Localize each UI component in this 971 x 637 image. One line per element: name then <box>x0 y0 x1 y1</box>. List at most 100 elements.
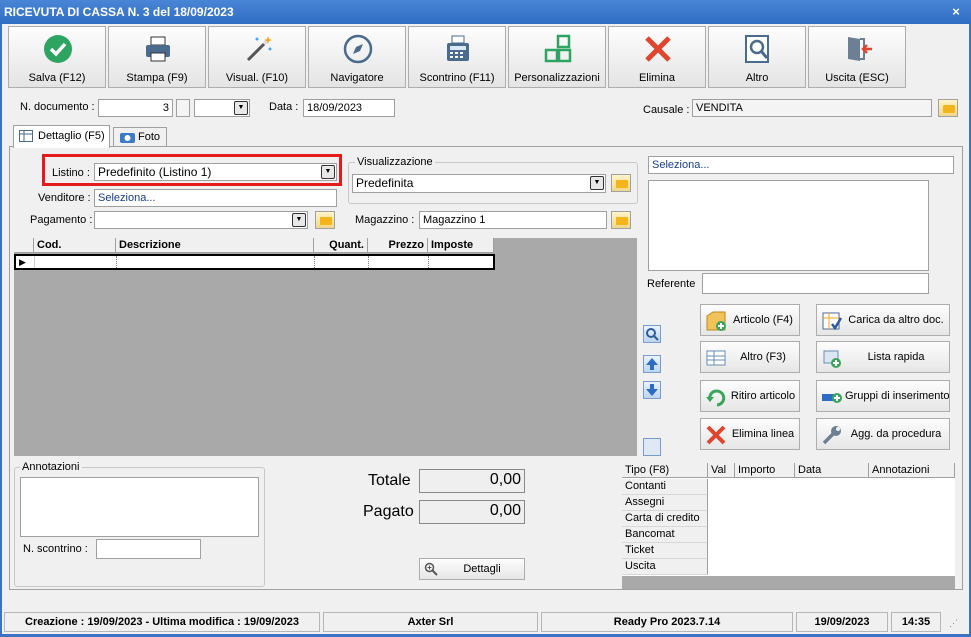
wrench-icon <box>822 426 841 445</box>
visualizzazione-combo[interactable]: Predefinita ▼ <box>352 174 606 193</box>
payment-row-carta[interactable]: Carta di credito <box>622 511 708 527</box>
payments-header-tipo[interactable]: Tipo (F8) <box>622 463 708 478</box>
payments-header-annotazioni[interactable]: Annotazioni <box>869 463 955 478</box>
scontrino-field[interactable] <box>96 539 201 559</box>
causale-folder-button[interactable] <box>938 99 958 117</box>
grid-header-cod[interactable]: Cod. <box>34 238 116 253</box>
other-button[interactable]: Altro <box>708 26 806 88</box>
causale-label: Causale : <box>643 104 690 116</box>
exit-button[interactable]: Uscita (ESC) <box>808 26 906 88</box>
tab-foto[interactable]: Foto <box>113 127 167 147</box>
annotazioni-label: Annotazioni <box>20 461 82 473</box>
return-article-button[interactable]: Ritiro articolo <box>700 380 800 412</box>
article-add-icon <box>706 311 726 331</box>
delete-line-button[interactable]: Elimina linea <box>700 418 800 450</box>
payment-row-bancomat[interactable]: Bancomat <box>622 527 708 543</box>
payments-header-val[interactable]: Val <box>708 463 735 478</box>
status-company: Axter Srl <box>323 612 538 632</box>
close-button[interactable]: × <box>948 5 964 20</box>
payment-row-contanti[interactable]: Contanti <box>622 479 708 495</box>
listino-value: Predefinito (Listino 1) <box>98 165 212 179</box>
other-button-label: Altro <box>745 72 769 84</box>
document-number-label: N. documento : <box>20 101 95 113</box>
search-icon[interactable] <box>643 325 661 343</box>
status-version: Ready Pro 2023.7.14 <box>541 612 793 632</box>
update-from-procedure-button[interactable]: Agg. da procedura <box>816 418 950 450</box>
table-row[interactable]: ▶ <box>14 254 495 270</box>
load-doc-icon <box>822 312 843 331</box>
status-date: 19/09/2023 <box>796 612 888 632</box>
grid-header-descrizione[interactable]: Descrizione <box>116 238 314 253</box>
venditore-field[interactable]: Seleziona... <box>94 189 337 207</box>
listino-combo[interactable]: Predefinito (Listino 1) ▼ <box>94 163 337 181</box>
save-button-label: Salva (F12) <box>28 72 86 84</box>
quick-list-icon <box>823 350 841 368</box>
zoom-icon <box>424 562 438 576</box>
resize-grip-icon[interactable]: ⋰ <box>949 618 963 632</box>
pagamento-combo[interactable]: ▼ <box>94 211 308 229</box>
status-dates: Creazione : 19/09/2023 - Ultima modifica… <box>4 612 320 632</box>
delete-line-icon <box>706 425 726 445</box>
visualizzazione-value: Predefinita <box>356 176 414 190</box>
document-suffix-button[interactable] <box>176 99 190 117</box>
tab-foto-label: Foto <box>138 131 161 143</box>
details-button[interactable]: Dettagli <box>419 558 525 580</box>
quick-list-button[interactable]: Lista rapida <box>816 341 950 373</box>
date-label: Data : <box>269 101 299 113</box>
other-f3-button-label: Altro (F3) <box>740 351 786 363</box>
save-button[interactable]: Salva (F12) <box>8 26 106 88</box>
magnify-icon <box>745 35 769 63</box>
visualizzazione-label: Visualizzazione <box>355 156 435 168</box>
article-button[interactable]: Articolo (F4) <box>700 304 800 336</box>
delete-button[interactable]: Elimina <box>608 26 706 88</box>
load-from-doc-button-label: Carica da altro doc. <box>848 314 944 326</box>
payment-row-uscita[interactable]: Uscita <box>622 559 708 575</box>
receipt-button[interactable]: Scontrino (F11) <box>408 26 506 88</box>
customize-button[interactable]: Personalizzazioni <box>508 26 606 88</box>
payments-header-data[interactable]: Data <box>795 463 869 478</box>
grid-header-imposte[interactable]: Imposte <box>428 238 494 253</box>
payment-row-ticket[interactable]: Ticket <box>622 543 708 559</box>
right-select-field[interactable]: Seleziona... <box>648 156 954 174</box>
causale-field[interactable]: VENDITA <box>692 99 932 117</box>
arrow-up-icon[interactable] <box>643 355 661 373</box>
payment-row-assegni[interactable]: Assegni <box>622 495 708 511</box>
window-titlebar: RICEVUTA DI CASSA N. 3 del 18/09/2023 <box>0 0 971 24</box>
group-insert-icon <box>822 393 842 403</box>
print-button[interactable]: Stampa (F9) <box>108 26 206 88</box>
chevron-down-icon: ▼ <box>321 165 335 179</box>
grid-settings-icon[interactable] <box>643 438 661 456</box>
navigator-button[interactable]: Navigatore <box>308 26 406 88</box>
pagato-label: Pagato <box>363 503 414 520</box>
insertion-groups-button[interactable]: Gruppi di inserimento <box>816 380 950 412</box>
date-field[interactable]: 18/09/2023 <box>303 99 395 117</box>
document-number-field[interactable]: 3 <box>98 99 173 117</box>
delete-button-label: Elimina <box>638 72 676 84</box>
navigator-button-label: Navigatore <box>330 72 384 84</box>
return-arrow-icon <box>706 389 726 407</box>
camera-icon <box>120 133 135 143</box>
check-icon <box>44 35 72 63</box>
totale-value: 0,00 <box>419 469 525 493</box>
grid-header-quant[interactable]: Quant. <box>314 238 368 253</box>
row-pointer-icon: ▶ <box>19 257 26 267</box>
pagato-value: 0,00 <box>419 500 525 524</box>
pagamento-folder-button[interactable] <box>315 211 335 229</box>
detail-grid[interactable] <box>14 238 637 456</box>
magazzino-field[interactable]: Magazzino 1 <box>419 211 607 229</box>
document-series-combo[interactable]: ▼ <box>194 99 250 117</box>
update-from-procedure-button-label: Agg. da procedura <box>850 428 942 440</box>
magazzino-folder-button[interactable] <box>611 211 631 229</box>
other-f3-button[interactable]: Altro (F3) <box>700 341 800 373</box>
arrow-down-icon[interactable] <box>643 381 661 399</box>
tab-dettaglio[interactable]: Dettaglio (F5) <box>13 125 110 148</box>
annotazioni-textarea[interactable] <box>20 477 259 537</box>
payments-header-importo[interactable]: Importo <box>735 463 795 478</box>
view-button[interactable]: Visual. (F10) <box>208 26 306 88</box>
visualizzazione-folder-button[interactable] <box>611 174 631 192</box>
grid-header-prezzo[interactable]: Prezzo <box>368 238 428 253</box>
right-notes-box[interactable] <box>648 180 929 271</box>
return-article-button-label: Ritiro articolo <box>730 390 796 402</box>
load-from-doc-button[interactable]: Carica da altro doc. <box>816 304 950 336</box>
referente-field[interactable] <box>702 273 929 294</box>
